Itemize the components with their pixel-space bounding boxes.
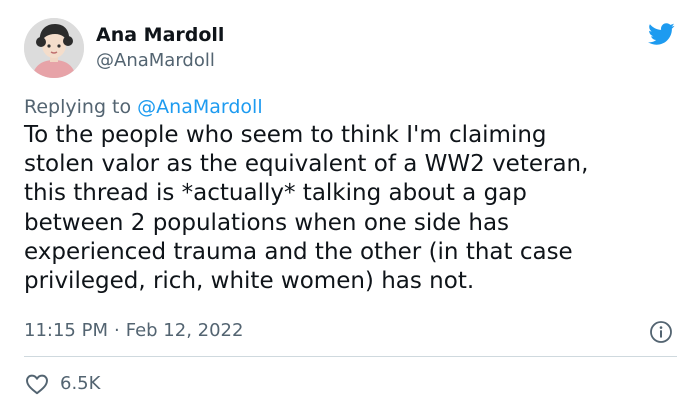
tweet-text-line: between 2 populations when one side has — [24, 209, 510, 236]
tweet-date: Feb 12, 2022 — [125, 320, 244, 341]
tweet-text-line: experienced trauma and the other (in tha… — [24, 238, 573, 265]
heart-icon — [26, 374, 48, 395]
replying-prefix: Replying to — [24, 96, 132, 118]
like-button[interactable]: 6.5K — [24, 371, 100, 397]
replying-to: Replying to @AnaMardoll — [24, 95, 263, 119]
tweet-text-line: stolen valor as the equivalent of a WW2 … — [24, 151, 589, 178]
twitter-bird-icon[interactable] — [645, 20, 677, 48]
info-icon[interactable] — [649, 320, 673, 344]
author-handle[interactable]: @AnaMardoll — [96, 50, 215, 72]
tweet-text-line: privileged, rich, white women) has not. — [24, 268, 475, 295]
author-name[interactable]: Ana Mardoll — [96, 24, 224, 46]
reply-mention-link[interactable]: @AnaMardoll — [137, 96, 262, 118]
tweet-time: 11:15 PM — [24, 320, 108, 341]
tweet-card: Ana Mardoll @AnaMardoll Replying to @Ana… — [0, 0, 700, 410]
like-count: 6.5K — [60, 373, 101, 394]
avatar[interactable] — [24, 18, 84, 78]
tweet-text-line: this thread is *actually* talking about … — [24, 180, 527, 207]
tweet-text-line: To the people who seem to think I'm clai… — [24, 122, 547, 148]
tweet-text: To the people who seem to think I'm clai… — [24, 121, 684, 296]
meta-separator: · — [113, 320, 120, 341]
tweet-timestamp[interactable]: 11:15 PM · Feb 12, 2022 — [24, 319, 243, 343]
divider — [24, 356, 677, 357]
avatar-illustration — [24, 18, 84, 78]
